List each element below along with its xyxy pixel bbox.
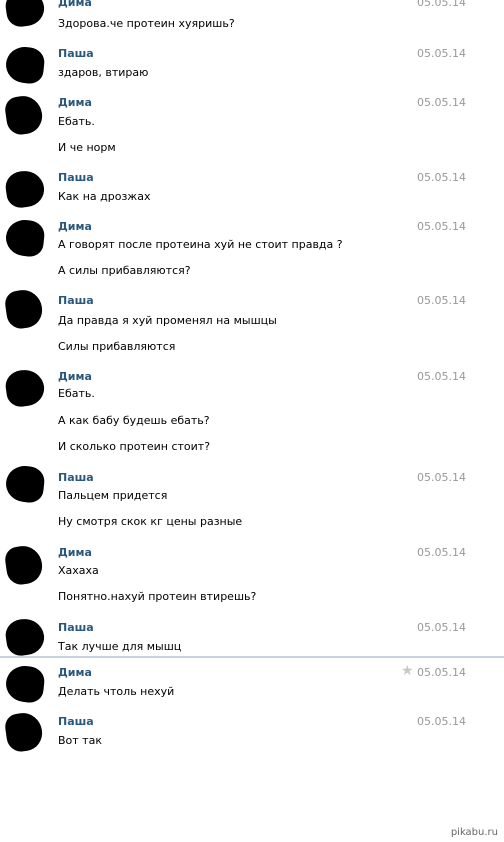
divider <box>0 656 504 658</box>
message-author[interactable]: Паша <box>58 294 94 307</box>
message-date[interactable]: 05.05.14 <box>417 666 466 679</box>
message-date[interactable]: 05.05.14 <box>417 370 466 383</box>
message-text: Ну смотря скок кг цены разные <box>58 515 243 528</box>
message: Паша 05.05.14 Да правда я хуй променял н… <box>0 287 504 364</box>
message-text: А говорят после протеина хуй не стоит пр… <box>58 238 343 251</box>
avatar[interactable] <box>4 45 46 85</box>
message: Паша 05.05.14 Так лучше для мышц <box>0 616 504 658</box>
message-text: Ебать. <box>58 115 95 128</box>
message: Дима 05.05.14 Хахаха Понятно.нахуй проте… <box>0 543 504 616</box>
message-text: Пальцем придется <box>58 489 168 502</box>
avatar[interactable] <box>3 543 45 587</box>
message-date[interactable]: 05.05.14 <box>417 546 466 559</box>
message-text: Здорова.че протеин хуяришь? <box>58 17 235 30</box>
watermark: pikabu.ru <box>450 827 498 838</box>
message-text: Делать чтоль нехуй <box>58 685 175 698</box>
message-text: Да правда я хуй променял на мышцы <box>58 314 277 327</box>
message-date[interactable]: 05.05.14 <box>417 96 466 109</box>
message: Дима 05.05.14 А говорят после протеина х… <box>0 218 504 290</box>
avatar[interactable] <box>4 664 46 704</box>
message-author[interactable]: Паша <box>58 47 94 60</box>
avatar[interactable] <box>3 710 45 754</box>
message-date[interactable]: 05.05.14 <box>417 621 466 634</box>
message-date[interactable]: 05.05.14 <box>417 171 466 184</box>
message-text: Вот так <box>58 734 102 747</box>
message-text: Понятно.нахуй протеин втирешь? <box>58 590 257 603</box>
message: Дима 05.05.14 Здорова.че протеин хуяришь… <box>0 0 504 40</box>
message-text: А как бабу будешь ебать? <box>58 414 210 427</box>
message-date[interactable]: 05.05.14 <box>417 0 466 9</box>
message-author[interactable]: Паша <box>58 471 94 484</box>
message: Паша 05.05.14 Пальцем придется Ну смотря… <box>0 464 504 541</box>
avatar[interactable] <box>4 464 46 504</box>
avatar[interactable] <box>3 0 47 29</box>
message: Дима 05.05.14 Ебать. А как бабу будешь е… <box>0 367 504 465</box>
message-author[interactable]: Дима <box>58 546 92 559</box>
star-icon[interactable]: ★ <box>401 664 415 678</box>
message-text: Хахаха <box>58 564 99 577</box>
message-text: Как на дрозжах <box>58 190 151 203</box>
message-text: И че норм <box>58 141 116 154</box>
message-author[interactable]: Паша <box>58 715 94 728</box>
message: Паша 05.05.14 Как на дрозжах <box>0 168 504 216</box>
message: Дима 05.05.14 Ебать. И че норм <box>0 93 504 166</box>
message-date[interactable]: 05.05.14 <box>417 715 466 728</box>
message-author[interactable]: Дима <box>58 0 92 9</box>
message-author[interactable]: Дима <box>58 666 92 679</box>
message-text: Так лучше для мышц <box>58 640 182 653</box>
avatar[interactable] <box>3 93 45 137</box>
message-author[interactable]: Дима <box>58 96 92 109</box>
message-date[interactable]: 05.05.14 <box>417 471 466 484</box>
message-date[interactable]: 05.05.14 <box>417 294 466 307</box>
message-text: Силы прибавляются <box>58 340 176 353</box>
message-author[interactable]: Дима <box>58 370 92 383</box>
message-author[interactable]: Паша <box>58 171 94 184</box>
avatar[interactable] <box>3 367 47 409</box>
message-text: И сколько протеин стоит? <box>58 440 211 453</box>
avatar[interactable] <box>3 616 47 658</box>
message-author[interactable]: Дима <box>58 220 92 233</box>
message: Паша 05.05.14 здаров, втираю <box>0 45 504 92</box>
message: Паша 05.05.14 Вот так <box>0 710 504 755</box>
message-text: А силы прибавляются? <box>58 264 191 277</box>
message-text: Ебать. <box>58 387 95 400</box>
avatar[interactable] <box>3 168 47 210</box>
message: Дима ★ 05.05.14 Делать чтоль нехуй <box>0 664 504 706</box>
message-text: здаров, втираю <box>58 66 149 79</box>
message-date[interactable]: 05.05.14 <box>417 47 466 60</box>
avatar[interactable] <box>3 287 45 331</box>
message-author[interactable]: Паша <box>58 621 94 634</box>
avatar[interactable] <box>4 218 46 258</box>
message-date[interactable]: 05.05.14 <box>417 220 466 233</box>
